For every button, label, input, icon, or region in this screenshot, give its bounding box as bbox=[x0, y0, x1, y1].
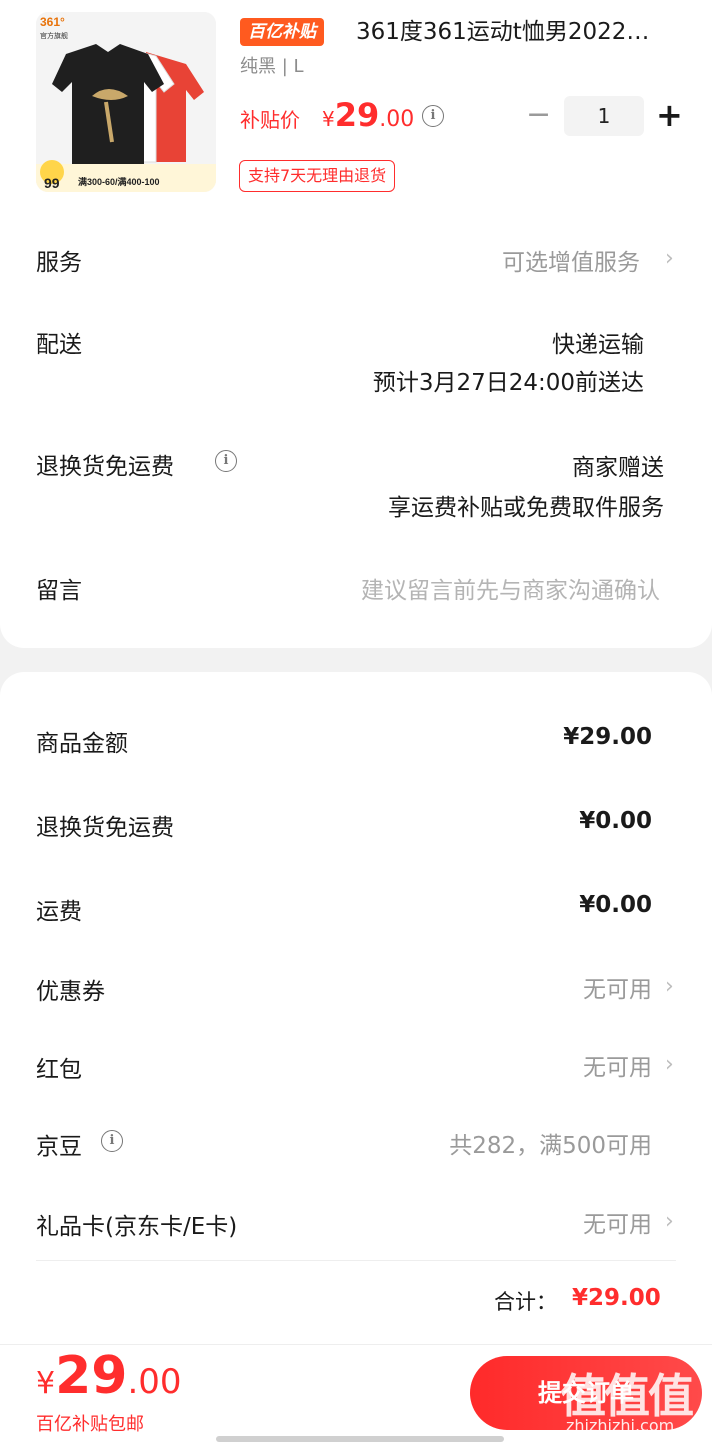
product-price: ¥29.00 bbox=[322, 96, 415, 134]
svg-text:满300-60/满400-100: 满300-60/满400-100 bbox=[78, 176, 160, 187]
svg-text:99: 99 bbox=[44, 175, 60, 191]
chevron-right-icon[interactable]: › bbox=[665, 974, 674, 999]
info-icon[interactable]: i bbox=[101, 1130, 123, 1152]
return-policy-tag: 支持7天无理由退货 bbox=[239, 160, 396, 192]
message-label: 留言 bbox=[36, 578, 82, 604]
gift-card-label: 礼品卡(京东卡/E卡) bbox=[36, 1214, 238, 1240]
info-icon[interactable]: i bbox=[422, 105, 444, 127]
shipping-fee-label: 运费 bbox=[36, 899, 82, 925]
message-input[interactable]: 建议留言前先与商家沟通确认 bbox=[300, 571, 660, 605]
minus-icon[interactable]: − bbox=[526, 100, 551, 130]
product-thumbnail[interactable]: 361° 官方旗舰 99 满300-60/满400-100 bbox=[36, 12, 216, 192]
chevron-right-icon[interactable]: › bbox=[665, 246, 674, 271]
svg-text:官方旗舰: 官方旗舰 bbox=[40, 31, 68, 40]
delivery-eta: 预计3月27日24:00前送达 bbox=[372, 370, 644, 396]
chevron-right-icon[interactable]: › bbox=[665, 1209, 674, 1234]
info-icon[interactable]: i bbox=[215, 450, 237, 472]
price-summary-card bbox=[0, 672, 712, 1344]
jingdou-label: 京豆 bbox=[36, 1134, 82, 1160]
quantity-field[interactable]: 1 bbox=[564, 96, 644, 136]
jingdou-value[interactable]: 共282，满500可用 bbox=[380, 1126, 652, 1160]
divider bbox=[36, 1260, 676, 1261]
coupon-value[interactable]: 无可用 bbox=[450, 970, 652, 1004]
product-title[interactable]: 361度361运动t恤男2022… bbox=[356, 16, 676, 48]
red-packet-label: 红包 bbox=[36, 1057, 82, 1083]
service-value[interactable]: 可选增值服务 bbox=[420, 243, 640, 277]
red-packet-value[interactable]: 无可用 bbox=[450, 1048, 652, 1082]
return-shipping-label: 退换货免运费 bbox=[36, 454, 174, 480]
return-shipping-desc: 享运费补贴或免费取件服务 bbox=[388, 495, 664, 521]
product-spec: 纯黑 | L bbox=[240, 56, 304, 77]
return-fee-value: ¥0.00 bbox=[579, 808, 652, 834]
gift-card-value[interactable]: 无可用 bbox=[450, 1205, 652, 1239]
watermark-url: zhizhizhi.com bbox=[566, 1416, 675, 1435]
total-label: 合计： bbox=[494, 1290, 557, 1314]
goods-amount-value: ¥29.00 bbox=[563, 724, 652, 750]
delivery-method[interactable]: 快递运输 bbox=[400, 325, 644, 359]
goods-amount-label: 商品金额 bbox=[36, 731, 128, 757]
total-value: ¥29.00 bbox=[572, 1285, 661, 1311]
subsidy-price-label: 补贴价 bbox=[240, 108, 300, 132]
return-fee-label: 退换货免运费 bbox=[36, 815, 174, 841]
delivery-label: 配送 bbox=[36, 332, 82, 358]
shipping-fee-value: ¥0.00 bbox=[579, 892, 652, 918]
payable-price: ¥29.00 bbox=[36, 1346, 182, 1406]
service-label: 服务 bbox=[36, 250, 82, 276]
subsidy-badge: 百亿补贴 bbox=[240, 18, 324, 46]
coupon-label: 优惠券 bbox=[36, 979, 105, 1005]
return-shipping-value: 商家赠送 bbox=[572, 455, 664, 481]
chevron-right-icon[interactable]: › bbox=[665, 1052, 674, 1077]
home-indicator[interactable] bbox=[216, 1436, 504, 1442]
brand-logo-text: 361° bbox=[40, 15, 65, 29]
free-shipping-note: 百亿补贴包邮 bbox=[36, 1414, 144, 1435]
plus-icon[interactable]: + bbox=[656, 98, 683, 132]
